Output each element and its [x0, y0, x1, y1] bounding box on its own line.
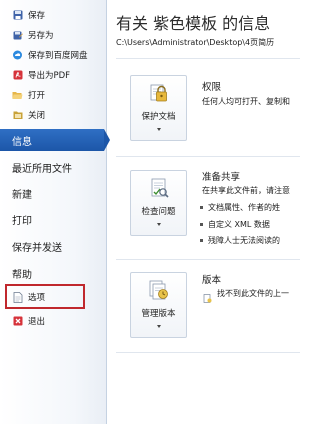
permissions-heading: 权限	[202, 82, 222, 93]
exit-command[interactable]: 退出	[0, 310, 104, 332]
close-command-label: 关闭	[28, 111, 46, 121]
save-as-command-label: 另存为	[28, 31, 54, 41]
tab-new-label: 新建	[12, 189, 32, 201]
save-to-baidu-command-label: 保存到百度网盘	[28, 51, 88, 61]
save-to-baidu-command[interactable]: 保存到百度网盘	[0, 44, 104, 66]
versions-desc: 找不到此文件的上一	[217, 289, 289, 298]
divider	[116, 58, 300, 59]
lock-key-icon	[148, 82, 170, 104]
save-command-label: 保存	[28, 11, 46, 21]
tab-save-and-send[interactable]: 保存并发送	[0, 235, 104, 257]
chevron-down-icon	[157, 223, 161, 226]
chevron-down-icon	[157, 325, 161, 328]
inspect-document-label: 检查问题	[141, 207, 176, 217]
divider	[116, 259, 300, 260]
tab-recent[interactable]: 最近所用文件	[0, 156, 104, 178]
open-command[interactable]: 打开	[0, 84, 104, 106]
close-document-icon	[12, 110, 23, 121]
protect-document-label: 保护文档	[141, 112, 176, 122]
open-command-label: 打开	[28, 91, 46, 101]
prepare-bullet: 文档属性、作者的姓	[200, 203, 280, 212]
page-title: 有关 紫色模板 的信息	[116, 14, 271, 33]
save-as-icon	[12, 30, 23, 41]
tab-info[interactable]: 信息	[0, 129, 110, 151]
backstage-nav: 保存 另存为 保存到百度网盘 导出为PDF 打开 关闭 信息 最近所用文件 新建…	[0, 0, 110, 424]
save-command[interactable]: 保存	[0, 4, 104, 26]
prepare-heading: 准备共享	[202, 172, 241, 183]
pdf-icon	[12, 70, 23, 81]
versions-icon	[148, 279, 170, 301]
tab-print[interactable]: 打印	[0, 208, 104, 230]
cloud-save-icon	[12, 50, 23, 61]
tab-info-label: 信息	[12, 136, 32, 148]
exit-icon	[12, 316, 23, 327]
tab-save-and-send-label: 保存并发送	[12, 242, 62, 254]
prepare-desc: 在共享此文件前，请注意	[202, 186, 290, 195]
document-version-icon	[203, 288, 212, 303]
close-command[interactable]: 关闭	[0, 104, 104, 126]
export-pdf-command[interactable]: 导出为PDF	[0, 64, 104, 86]
permissions-desc: 任何人均可打开、复制和	[202, 97, 290, 106]
options-highlight-box	[5, 284, 85, 309]
prepare-bullet: 残障人士无法阅读的	[200, 236, 280, 245]
tab-print-label: 打印	[12, 215, 32, 227]
manage-versions-label: 管理版本	[141, 309, 176, 319]
chevron-down-icon	[157, 128, 161, 131]
divider	[116, 156, 300, 157]
prepare-bullet: 自定义 XML 数据	[200, 220, 270, 229]
divider	[116, 352, 300, 353]
tab-help[interactable]: 帮助	[0, 262, 104, 284]
versions-heading: 版本	[202, 275, 222, 286]
folder-open-icon	[12, 90, 23, 101]
tab-help-label: 帮助	[12, 269, 32, 281]
tab-recent-label: 最近所用文件	[12, 163, 72, 175]
exit-command-label: 退出	[28, 317, 46, 327]
save-as-command[interactable]: 另存为	[0, 24, 104, 46]
tab-new[interactable]: 新建	[0, 182, 104, 204]
save-icon	[12, 10, 23, 21]
protect-document-button[interactable]: 保护文档	[130, 75, 187, 141]
inspect-document-icon	[148, 177, 170, 199]
file-path: C:\Users\Administrator\Desktop\4页简历	[116, 38, 275, 47]
export-pdf-command-label: 导出为PDF	[28, 71, 71, 81]
inspect-document-button[interactable]: 检查问题	[130, 170, 187, 236]
manage-versions-button[interactable]: 管理版本	[130, 272, 187, 338]
